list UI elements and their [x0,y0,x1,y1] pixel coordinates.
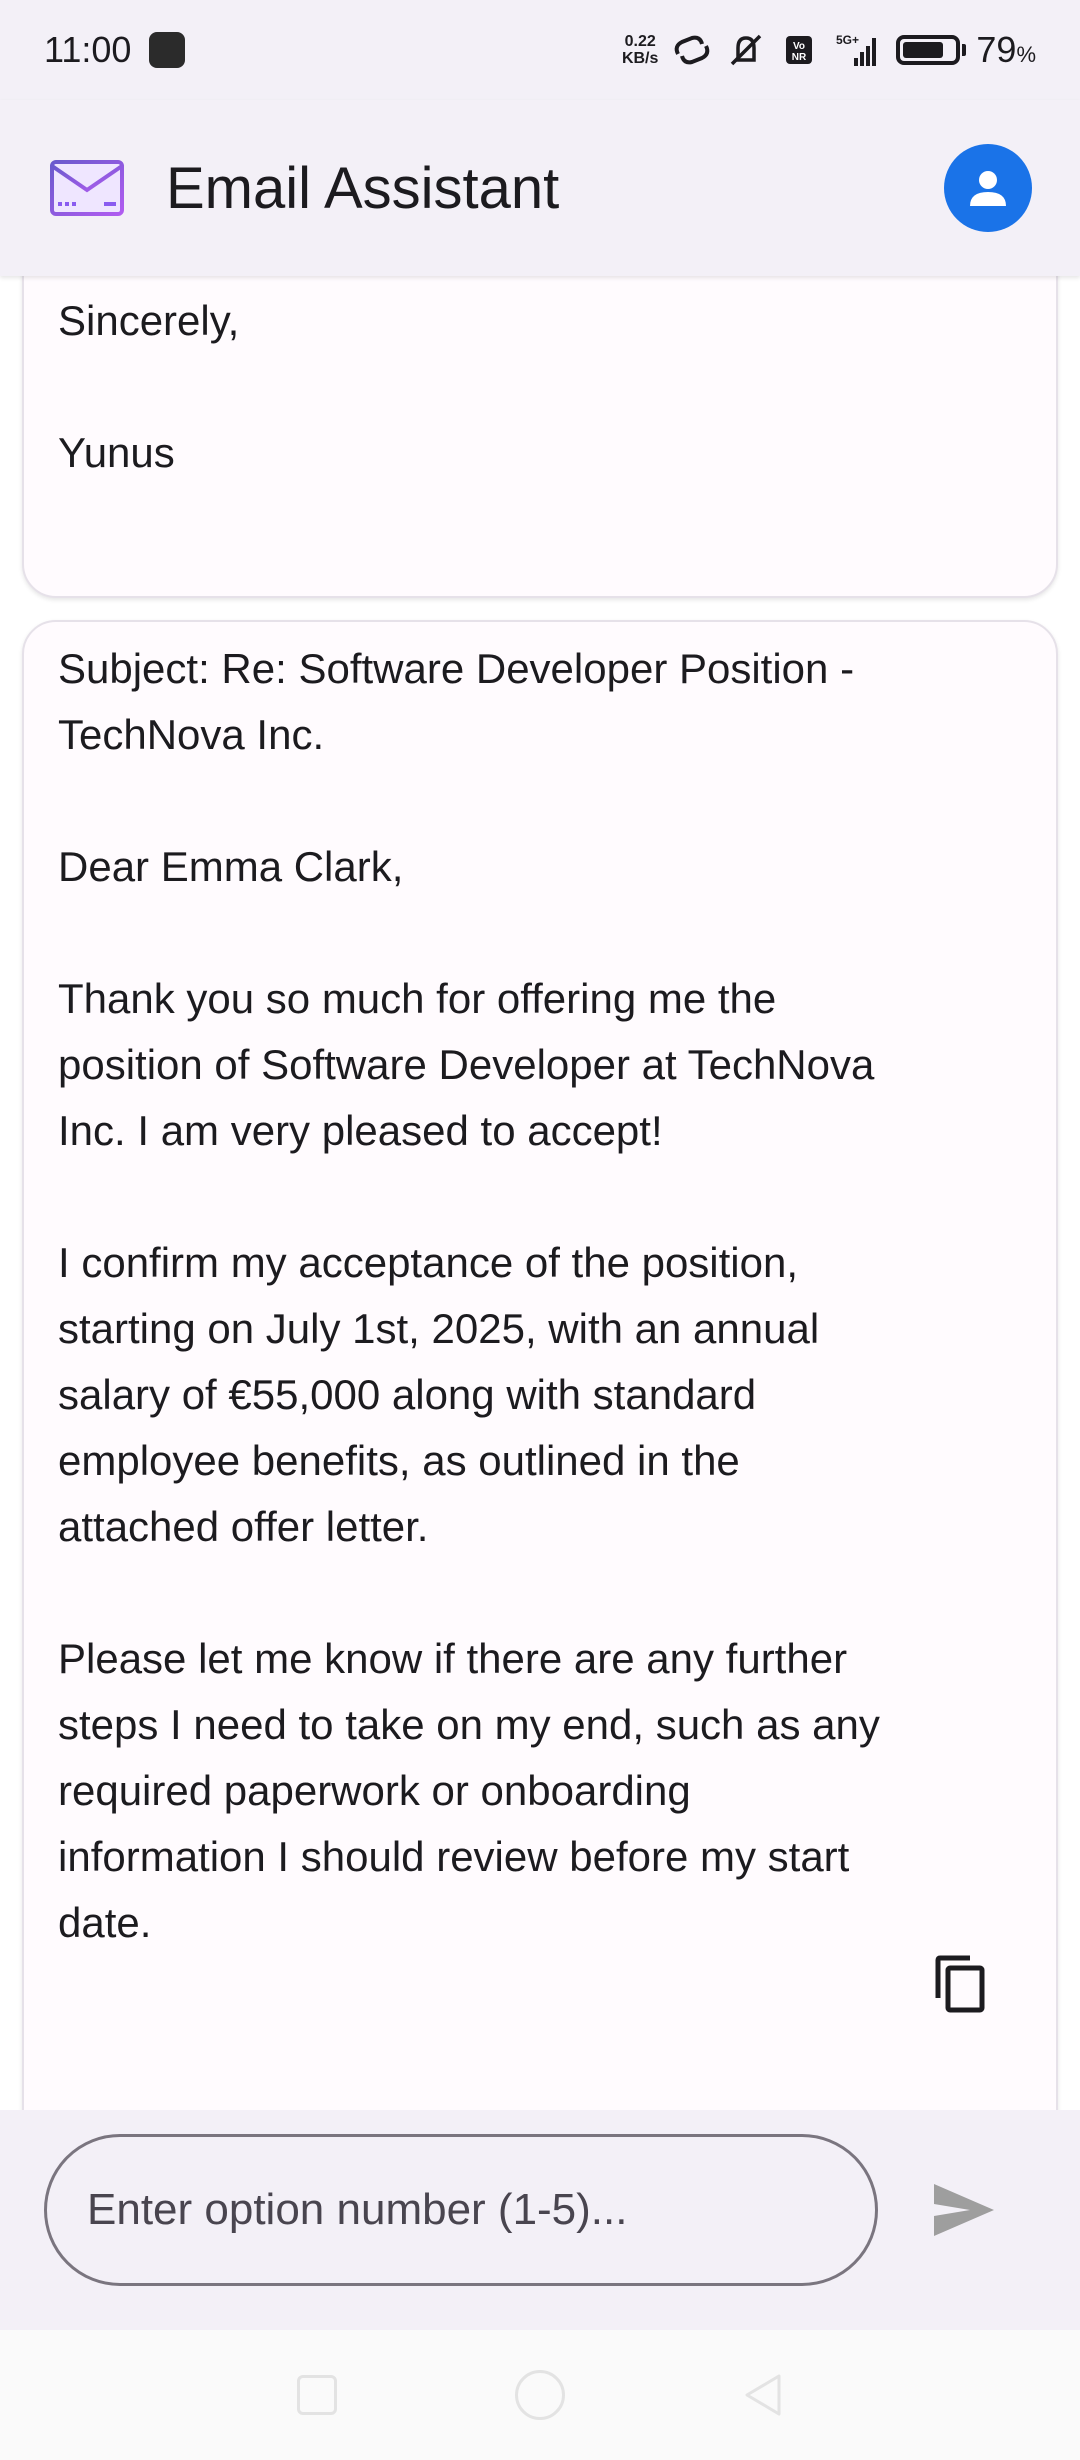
battery-icon [896,35,961,65]
network-speed: 0.22 KB/s [622,33,658,67]
home-icon[interactable] [515,2370,565,2420]
network-speed-unit: KB/s [621,50,659,67]
envelope-icon [50,160,124,216]
person-icon [970,171,1006,206]
back-icon[interactable] [743,2372,783,2418]
email-draft-text: Subject: Re: Software Developer Position… [58,645,880,1946]
email-draft-card-previous: Sincerely, Yunus [22,276,1058,598]
battery: 79% [896,29,1036,71]
send-icon[interactable] [930,2180,998,2240]
hotspot-link-icon [675,35,710,65]
screen: 11:00 0.22 KB/s Vo NR 5G+ 79% Email Assi… [0,0,1080,2460]
svg-text:NR: NR [792,52,807,63]
app-bar: Email Assistant [0,100,1080,276]
network-speed-value: 0.22 [624,33,656,50]
profile-button[interactable] [944,144,1032,232]
status-time: 11:00 [44,29,132,70]
status-bar: 11:00 0.22 KB/s Vo NR 5G+ 79% [0,0,1080,100]
navigation-bar [0,2330,1080,2460]
copy-icon[interactable] [928,1952,992,2016]
notification-app-icon [149,32,186,68]
mute-icon [731,34,762,66]
svg-text:Vo: Vo [793,41,805,52]
signal-icon: 5G+ [836,33,877,66]
email-draft-text: Sincerely, Yunus [58,297,240,476]
option-input[interactable] [44,2134,878,2286]
volte-icon: Vo NR [786,36,813,64]
message-list[interactable]: Sincerely, Yunus Subject: Re: Software D… [0,276,1080,2110]
network-type: 5G+ [836,33,859,47]
battery-percent: 79% [976,29,1036,70]
email-draft-card: Subject: Re: Software Developer Position… [22,620,1058,2110]
recents-icon[interactable] [297,2375,337,2415]
app-title: Email Assistant [166,155,560,221]
input-bar [22,2110,1058,2310]
status-icons: 0.22 KB/s Vo NR 5G+ 79% [622,29,1036,71]
